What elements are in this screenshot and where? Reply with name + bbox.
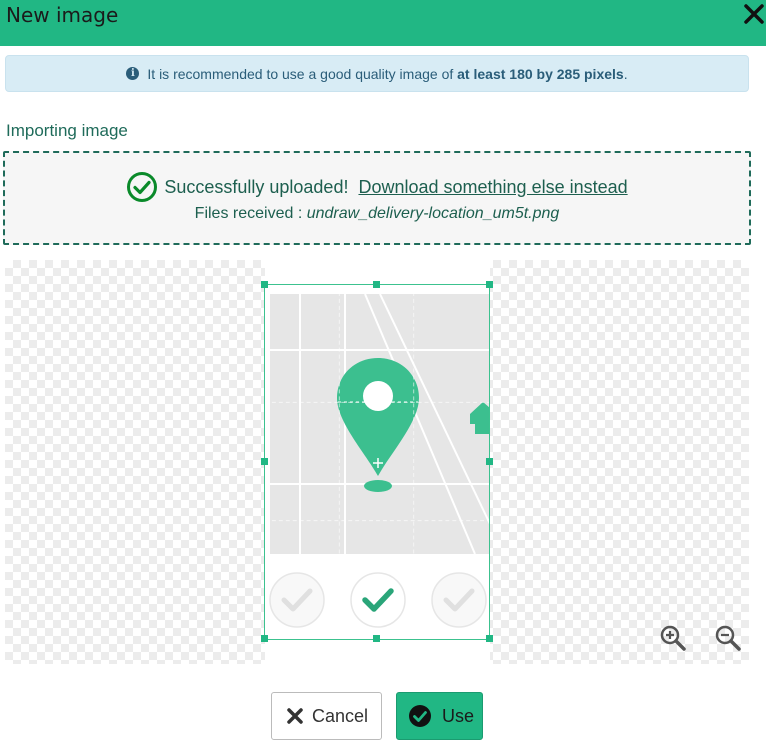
- upload-success-text: Successfully uploaded!: [164, 176, 349, 197]
- files-received: Files received : undraw_delivery-locatio…: [5, 205, 749, 223]
- file-name: undraw_delivery-location_um5t.png: [306, 205, 560, 222]
- dialog-title: New image: [6, 3, 119, 27]
- crop-frame[interactable]: [264, 284, 490, 640]
- zoom-out-icon[interactable]: [714, 624, 742, 652]
- info-text-bold: at least 180 by 285 pixels: [457, 65, 624, 82]
- crop-guides: [265, 285, 489, 639]
- info-banner: i It is recommended to use a good qualit…: [5, 55, 749, 92]
- upload-dropzone[interactable]: Successfully uploaded! Download somethin…: [3, 151, 751, 245]
- download-something-else-link[interactable]: Download something else instead: [358, 177, 627, 198]
- check-circle-icon: [409, 705, 431, 727]
- info-text: It is recommended to use a good quality …: [147, 65, 628, 82]
- crop-handle-ne[interactable]: [486, 281, 493, 288]
- info-icon: i: [126, 67, 140, 80]
- zoom-in-icon[interactable]: [659, 624, 687, 652]
- importing-image-label: Importing image: [6, 121, 128, 140]
- crop-handle-nw[interactable]: [261, 281, 268, 288]
- dialog-titlebar: New image: [0, 0, 766, 46]
- crop-handle-sw[interactable]: [261, 635, 268, 642]
- crop-handle-n[interactable]: [373, 281, 380, 288]
- cancel-button-label: Cancel: [312, 705, 369, 726]
- upload-status: Successfully uploaded! Download somethin…: [5, 171, 749, 203]
- crop-handle-se[interactable]: [486, 635, 493, 642]
- files-received-label: Files received :: [194, 205, 303, 222]
- check-circle-icon: [127, 172, 158, 202]
- image-cropper[interactable]: [5, 260, 749, 664]
- crop-handle-s[interactable]: [373, 635, 380, 642]
- crop-handle-w[interactable]: [261, 458, 268, 465]
- close-icon: [287, 708, 303, 724]
- cancel-button[interactable]: Cancel: [271, 692, 382, 740]
- use-button-label: Use: [442, 705, 475, 726]
- close-icon[interactable]: [742, 2, 766, 26]
- use-button[interactable]: Use: [396, 692, 483, 740]
- crop-handle-e[interactable]: [486, 458, 493, 465]
